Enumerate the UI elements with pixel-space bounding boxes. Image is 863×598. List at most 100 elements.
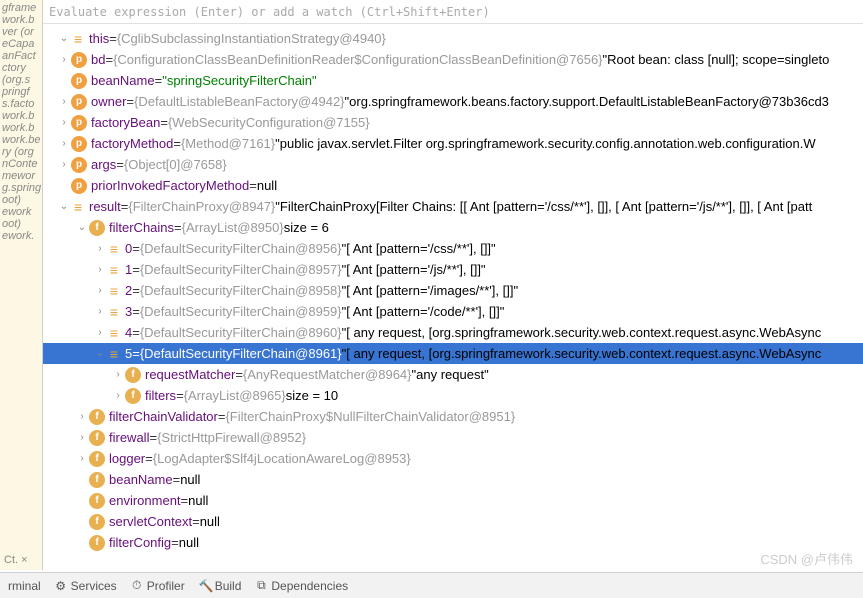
variable-name: this	[89, 29, 109, 49]
variable-tostring: "[ Ant [pattern='/css/**'], []]"	[342, 239, 496, 259]
variable-tostring: "[ any request, [org.springframework.sec…	[342, 323, 822, 343]
property-icon: p	[71, 73, 87, 89]
variable-type: {Method@7161}	[181, 134, 275, 154]
variable-tostring: "any request"	[412, 365, 489, 385]
terminal-tab[interactable]: rminal	[8, 579, 41, 593]
variable-row[interactable]: ›≡4 = {DefaultSecurityFilterChain@8960} …	[43, 322, 863, 343]
field-icon: f	[89, 493, 105, 509]
variable-type: {DefaultSecurityFilterChain@8957}	[140, 260, 342, 280]
chevron-down-icon[interactable]: ⌄	[57, 197, 71, 217]
chevron-right-icon[interactable]: ›	[75, 407, 89, 427]
frame-item[interactable]: gframe	[2, 2, 40, 14]
variable-row[interactable]: ›powner = {DefaultListableBeanFactory@49…	[43, 91, 863, 112]
structure-tab[interactable]: Ct. ×	[0, 554, 28, 572]
variable-name: 4	[125, 323, 132, 343]
frame-item[interactable]: work.b	[2, 14, 40, 26]
variable-name: 5	[125, 344, 132, 364]
chevron-right-icon[interactable]: ›	[57, 113, 71, 133]
property-icon: p	[71, 115, 87, 131]
chevron-down-icon[interactable]: ⌄	[57, 29, 71, 49]
variable-row[interactable]: fenvironment = null	[43, 490, 863, 511]
frame-item[interactable]: work.b	[2, 122, 40, 134]
variable-row[interactable]: ›≡1 = {DefaultSecurityFilterChain@8957} …	[43, 259, 863, 280]
variable-row[interactable]: ppriorInvokedFactoryMethod = null	[43, 175, 863, 196]
variable-row[interactable]: ⌄≡this = {CglibSubclassingInstantiationS…	[43, 28, 863, 49]
chevron-right-icon[interactable]: ›	[93, 239, 107, 259]
frame-item[interactable]: ctory	[2, 62, 40, 74]
chevron-right-icon[interactable]: ›	[75, 428, 89, 448]
dependencies-tab[interactable]: ⧉Dependencies	[255, 578, 348, 593]
frame-item[interactable]: oot)	[2, 194, 40, 206]
variable-row[interactable]: ⌄ffilterChains = {ArrayList@8950} size =…	[43, 217, 863, 238]
chevron-right-icon[interactable]: ›	[57, 155, 71, 175]
frame-item[interactable]: ework	[2, 206, 40, 218]
frame-item[interactable]: (org.s	[2, 74, 40, 86]
variable-row[interactable]: ›ffilterChainValidator = {FilterChainPro…	[43, 406, 863, 427]
build-tab[interactable]: 🔨Build	[199, 579, 242, 593]
services-tab[interactable]: ⚙Services	[55, 579, 117, 593]
variable-row[interactable]: ›pbd = {ConfigurationClassBeanDefinition…	[43, 49, 863, 70]
frame-item[interactable]: s.facto	[2, 98, 40, 110]
property-icon: p	[71, 94, 87, 110]
frame-item[interactable]: work.be	[2, 134, 40, 146]
variable-name: factoryBean	[91, 113, 160, 133]
frame-item[interactable]: ver (or	[2, 26, 40, 38]
variable-row[interactable]: ›flogger = {LogAdapter$Slf4jLocationAwar…	[43, 448, 863, 469]
chevron-right-icon[interactable]: ›	[93, 281, 107, 301]
frame-item[interactable]: pringf	[2, 86, 40, 98]
variable-row[interactable]: ›pargs = {Object[0]@7658}	[43, 154, 863, 175]
variable-row[interactable]: ›frequestMatcher = {AnyRequestMatcher@89…	[43, 364, 863, 385]
variable-value: null	[188, 491, 208, 511]
variable-row[interactable]: ›≡3 = {DefaultSecurityFilterChain@8959} …	[43, 301, 863, 322]
variable-row[interactable]: ⌄≡5 = {DefaultSecurityFilterChain@8961} …	[43, 343, 863, 364]
frames-pane[interactable]: gframework.bver (oreCapaanFactctory(org.…	[0, 0, 43, 570]
chevron-right-icon[interactable]: ›	[93, 260, 107, 280]
object-icon: ≡	[107, 304, 121, 320]
frame-item[interactable]: mewor	[2, 170, 40, 182]
chevron-right-icon[interactable]: ›	[93, 323, 107, 343]
frame-item[interactable]: oot)	[2, 218, 40, 230]
dependencies-icon: ⧉	[255, 578, 267, 593]
frame-item[interactable]: eCapa	[2, 38, 40, 50]
profiler-tab[interactable]: ⏱Profiler	[131, 578, 185, 593]
frame-item[interactable]: ry (org	[2, 146, 40, 158]
variable-row[interactable]: ›pfactoryBean = {WebSecurityConfiguratio…	[43, 112, 863, 133]
variable-type: {ArrayList@8965}	[184, 386, 286, 406]
services-icon: ⚙	[55, 579, 67, 593]
chevron-right-icon[interactable]: ›	[75, 449, 89, 469]
variable-value: null	[179, 533, 199, 553]
chevron-right-icon[interactable]: ›	[93, 302, 107, 322]
variable-row[interactable]: ⌄≡result = {FilterChainProxy@8947} "Filt…	[43, 196, 863, 217]
variable-row[interactable]: fservletContext = null	[43, 511, 863, 532]
chevron-down-icon[interactable]: ⌄	[75, 218, 89, 238]
variable-row[interactable]: pbeanName = "springSecurityFilterChain"	[43, 70, 863, 91]
field-icon: f	[125, 367, 141, 383]
variable-row[interactable]: fbeanName = null	[43, 469, 863, 490]
variable-type: {DefaultSecurityFilterChain@8958}	[140, 281, 342, 301]
variable-type: {FilterChainProxy$NullFilterChainValidat…	[225, 407, 515, 427]
variable-name: owner	[91, 92, 126, 112]
field-icon: f	[89, 535, 105, 551]
chevron-right-icon[interactable]: ›	[57, 92, 71, 112]
frame-item[interactable]: nConte	[2, 158, 40, 170]
frame-item[interactable]: work.b	[2, 110, 40, 122]
evaluate-expression-input[interactable]: Evaluate expression (Enter) or add a wat…	[43, 0, 863, 24]
variable-name: firewall	[109, 428, 149, 448]
variable-row[interactable]: ›ffirewall = {StrictHttpFirewall@8952}	[43, 427, 863, 448]
variable-row[interactable]: ›≡2 = {DefaultSecurityFilterChain@8958} …	[43, 280, 863, 301]
chevron-right-icon[interactable]: ›	[111, 386, 125, 406]
variable-row[interactable]: ffilterConfig = null	[43, 532, 863, 553]
variable-row[interactable]: ›≡0 = {DefaultSecurityFilterChain@8956} …	[43, 238, 863, 259]
frame-item[interactable]: anFact	[2, 50, 40, 62]
variable-row[interactable]: ›ffilters = {ArrayList@8965} size = 10	[43, 385, 863, 406]
chevron-right-icon[interactable]: ›	[111, 365, 125, 385]
frame-item[interactable]: g.spring	[2, 182, 40, 194]
variable-type: {DefaultSecurityFilterChain@8959}	[140, 302, 342, 322]
variable-row[interactable]: ›pfactoryMethod = {Method@7161} "public …	[43, 133, 863, 154]
chevron-down-icon[interactable]: ⌄	[93, 344, 107, 364]
variables-tree[interactable]: ⌄≡this = {CglibSubclassingInstantiationS…	[43, 24, 863, 570]
chevron-right-icon[interactable]: ›	[57, 134, 71, 154]
frame-item[interactable]: ework.	[2, 230, 40, 242]
chevron-right-icon[interactable]: ›	[57, 50, 71, 70]
field-icon: f	[89, 514, 105, 530]
